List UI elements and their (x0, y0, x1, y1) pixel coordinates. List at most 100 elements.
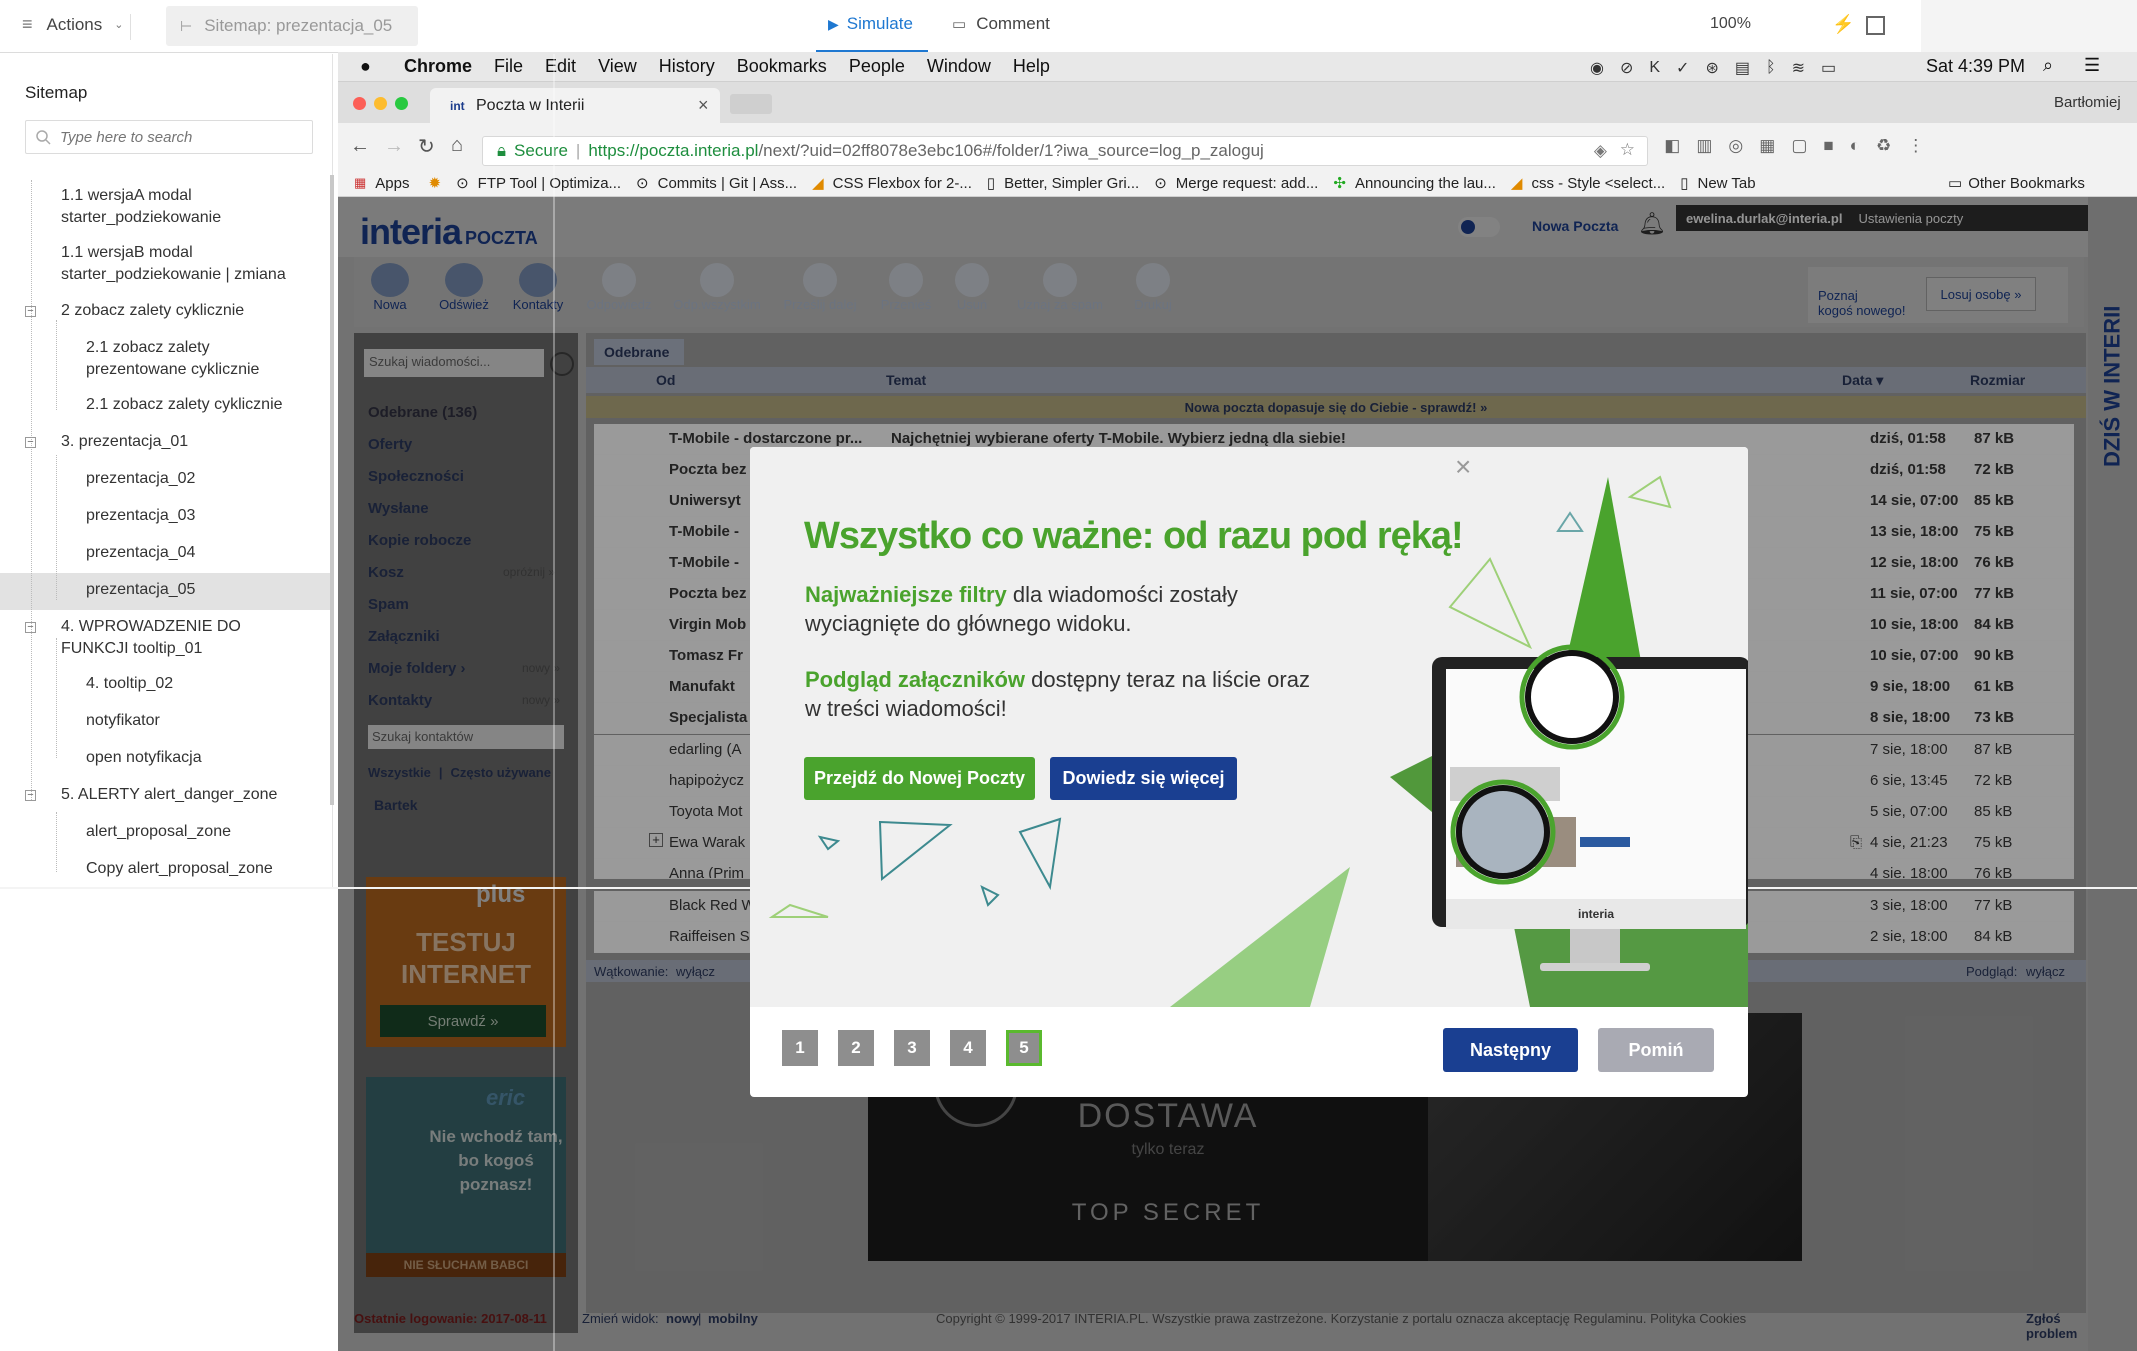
sitemap-item[interactable]: 1.1 wersjaB modal starter_podziekowanie … (61, 242, 286, 286)
keyboard-icon[interactable]: ▤ (1735, 58, 1750, 78)
star-icon[interactable]: ☆ (1620, 140, 1635, 160)
close-icon[interactable]: × (1455, 453, 1471, 481)
page-dot[interactable]: 3 (894, 1030, 930, 1066)
refresh-button[interactable]: Odśwież (436, 263, 492, 312)
status-icon[interactable]: ✓ (1676, 58, 1689, 78)
accessibility-icon[interactable]: ⊛ (1705, 58, 1718, 78)
new-mail-button[interactable]: Nowa (362, 263, 418, 312)
status-icon[interactable]: ⊘ (1620, 58, 1633, 78)
contact-item[interactable]: Bartek (374, 797, 418, 813)
view-new-link[interactable]: nowy (666, 1311, 699, 1326)
sitemap-search[interactable] (25, 120, 313, 154)
actions-menu[interactable]: ≡ Actions ⌄ (22, 14, 123, 35)
ad-button[interactable]: Sprawdź » (380, 1005, 546, 1037)
sitemap-item[interactable]: notyfikator (86, 710, 160, 732)
interia-logo[interactable]: interia POCZTA (360, 211, 538, 253)
maximize-window-icon[interactable] (395, 97, 408, 110)
view-mobile-link[interactable]: mobilny (708, 1311, 758, 1326)
settings-link[interactable]: Ustawienia poczty (1858, 211, 1963, 226)
spotlight-icon[interactable]: ⌕ (2043, 55, 2053, 76)
empty-trash-link[interactable]: opróżnij » (503, 565, 555, 579)
collapse-toggle[interactable]: − (25, 437, 36, 448)
spam-button[interactable]: Uznaj za spam (1010, 263, 1110, 312)
minimize-window-icon[interactable] (374, 97, 387, 110)
status-icon[interactable]: ◉ (1590, 58, 1604, 78)
extension-icon[interactable]: ▦ (1759, 136, 1775, 156)
sitemap-item[interactable]: 3. prezentacja_01 (61, 431, 188, 453)
extension-icon[interactable]: ■ (1823, 136, 1833, 156)
print-button[interactable]: Drukuj (1128, 263, 1178, 312)
battery-icon[interactable]: ▭ (1821, 58, 1836, 78)
folder-item[interactable]: Oferty (368, 429, 477, 461)
new-mail-toggle[interactable] (1458, 217, 1500, 237)
sitemap-item[interactable]: open notyfikacja (86, 747, 202, 769)
bookmark-apps[interactable]: Apps (375, 175, 409, 192)
menu-history[interactable]: History (659, 56, 715, 77)
report-problem-link[interactable]: Zgłoś problem (2026, 1311, 2086, 1341)
extension-icon[interactable]: ▥ (1696, 136, 1712, 156)
menu-bookmarks[interactable]: Bookmarks (737, 56, 827, 77)
side-banner[interactable]: DZIŚ W INTERII (2088, 267, 2137, 467)
sitemap-item[interactable]: 2 zobacz zalety cyklicznie (61, 300, 244, 322)
fullscreen-icon[interactable] (1866, 16, 1885, 35)
new-tab-button[interactable] (730, 94, 772, 114)
notice-bar[interactable]: Nowa poczta dopasuje się do Ciebie - spr… (586, 396, 2086, 418)
menu-view[interactable]: View (598, 56, 637, 77)
folder-item[interactable]: Kopie robocze (368, 525, 477, 557)
lightning-icon[interactable]: ⚡ (1832, 14, 1854, 35)
menu-app[interactable]: Chrome (404, 56, 472, 77)
page-dot[interactable]: 2 (838, 1030, 874, 1066)
col-date[interactable]: Data ▾ (1842, 372, 1883, 389)
bell-icon[interactable]: 🔔︎ (1638, 211, 1666, 237)
mail-search[interactable]: Szukaj wiadomości... (364, 349, 544, 377)
notification-icon[interactable]: ☰ (2084, 55, 2100, 76)
move-button[interactable]: Przenieś (878, 263, 934, 312)
contacts-button[interactable]: Kontakty (510, 263, 566, 312)
sitemap-item[interactable]: prezentacja_02 (86, 468, 195, 490)
other-bookmarks[interactable]: Other Bookmarks (1968, 175, 2085, 192)
go-to-new-mail-button[interactable]: Przejdź do Nowej Poczty (804, 757, 1035, 800)
back-icon[interactable]: ← (350, 135, 370, 158)
expand-thread-icon[interactable]: + (649, 833, 663, 847)
close-window-icon[interactable] (353, 97, 366, 110)
sitemap-scrollbar[interactable] (330, 175, 334, 805)
skip-button[interactable]: Pomiń (1598, 1028, 1714, 1072)
profile-name[interactable]: Bartłomiej (2054, 94, 2121, 111)
menu-file[interactable]: File (494, 56, 523, 77)
collapse-toggle[interactable]: − (25, 790, 36, 801)
contacts-tab-frequent[interactable]: Często używane (451, 765, 551, 780)
sitemap-item[interactable]: 2.1 zobacz zalety cyklicznie (86, 394, 283, 416)
home-icon[interactable]: ⌂ (451, 134, 463, 157)
sitemap-item[interactable]: 5. ALERTY alert_danger_zone (61, 784, 277, 806)
folder-item[interactable]: Spam (368, 589, 477, 621)
bookmark-link[interactable]: New Tab (1698, 175, 1756, 192)
bookmark-link[interactable]: CSS Flexbox for 2-... (833, 175, 972, 192)
learn-more-button[interactable]: Dowiedz się więcej (1050, 757, 1237, 800)
forward-icon[interactable]: → (384, 135, 404, 158)
close-tab-icon[interactable]: × (698, 95, 709, 116)
bookmark-link[interactable]: FTP Tool | Optimiza... (478, 175, 621, 192)
apple-icon[interactable]: ● (360, 56, 371, 77)
account-email[interactable]: ewelina.durlak@interia.pl (1686, 211, 1842, 226)
sitemap-item[interactable]: prezentacja_04 (86, 542, 195, 564)
sitemap-item[interactable]: Copy alert_proposal_zone (86, 858, 273, 880)
status-icon[interactable]: K (1649, 59, 1660, 77)
bookmark-link[interactable]: Announcing the lau... (1355, 175, 1496, 192)
sitemap-item[interactable]: prezentacja_03 (86, 505, 195, 527)
wifi-icon[interactable]: ≋ (1792, 58, 1805, 78)
ad-eric[interactable]: eric Nie wchodź tam, bo kogoś poznasz! N… (366, 1077, 566, 1277)
preview-toggle[interactable]: wyłącz (2026, 964, 2065, 979)
contacts-search[interactable]: Szukaj kontaktów (368, 725, 564, 749)
folder-item[interactable]: Załączniki (368, 621, 477, 653)
sitemap-item[interactable]: 2.1 zobacz zalety prezentowane cykliczni… (86, 337, 259, 381)
random-person-button[interactable]: Losuj osobę » (1926, 277, 2036, 311)
extension-icon[interactable]: ▢ (1791, 136, 1807, 156)
sitemap-search-input[interactable] (60, 127, 300, 147)
simulate-tab[interactable]: ▶ Simulate (828, 14, 913, 34)
contacts-tab-all[interactable]: Wszystkie (368, 765, 431, 780)
sitemap-item-selected[interactable]: prezentacja_05 (86, 579, 195, 601)
page-selector[interactable]: ⊢ Sitemap: prezentacja_05 (166, 6, 418, 46)
bookmark-link[interactable]: Better, Simpler Gri... (1004, 175, 1139, 192)
next-button[interactable]: Następny (1443, 1028, 1578, 1072)
folder-item[interactable]: Społeczności (368, 461, 477, 493)
